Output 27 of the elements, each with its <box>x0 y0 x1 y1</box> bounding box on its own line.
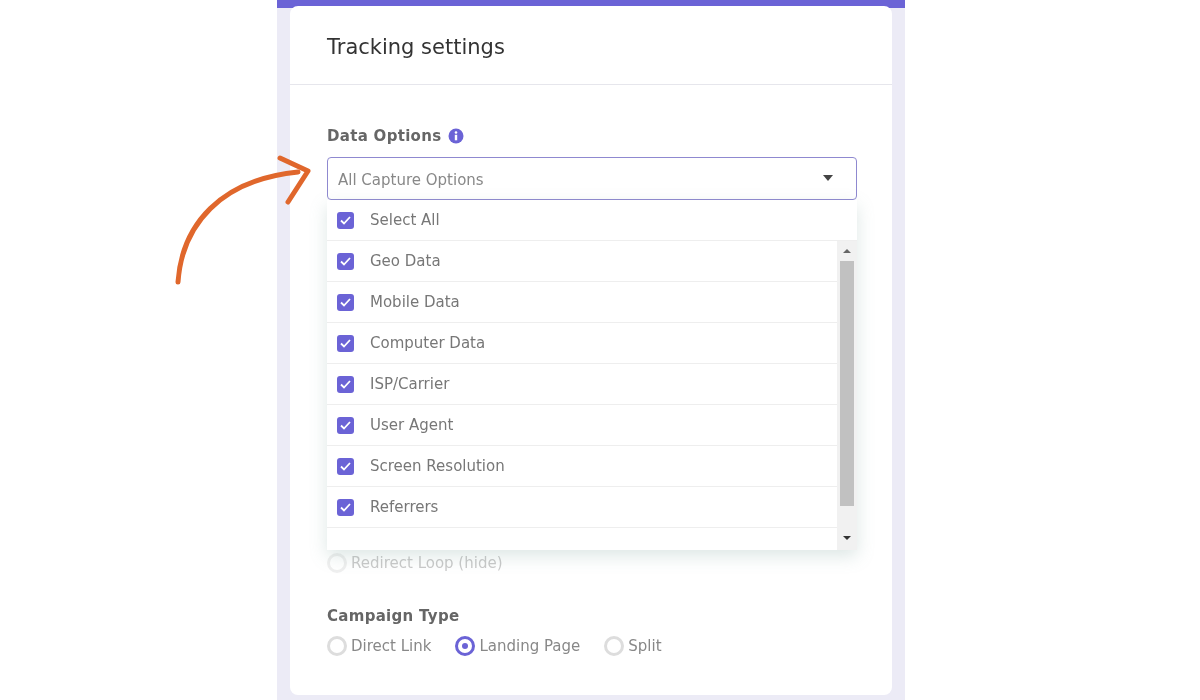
checkbox[interactable] <box>337 293 354 311</box>
option-label[interactable]: Select All <box>370 208 440 232</box>
caret-icon <box>823 175 833 181</box>
radio-label: Direct Link <box>351 636 432 657</box>
scrollbar[interactable] <box>837 241 857 550</box>
checkbox[interactable] <box>337 416 354 434</box>
checkbox[interactable] <box>337 457 354 475</box>
option-label[interactable]: Geo Data <box>370 249 441 273</box>
checkbox[interactable] <box>337 334 354 352</box>
checkbox[interactable] <box>337 375 354 393</box>
card-title: Tracking settings <box>327 35 505 59</box>
data-options-select[interactable]: All Capture Options <box>327 157 857 200</box>
radio-label: Split <box>628 636 662 657</box>
field-label: Campaign Type <box>327 605 461 627</box>
option-label[interactable]: Screen Resolution <box>370 454 505 478</box>
radio-label: Landing Page <box>479 636 581 657</box>
checkbox[interactable] <box>337 211 354 229</box>
checkbox[interactable] <box>337 252 354 270</box>
option-label[interactable]: Mobile Data <box>370 290 460 314</box>
field-label: Data Options <box>327 125 442 147</box>
checkbox[interactable] <box>337 498 354 516</box>
info-icon[interactable] <box>448 127 465 144</box>
option-label[interactable]: User Agent <box>370 413 454 437</box>
option-label[interactable]: ISP/Carrier <box>370 372 450 396</box>
option-label[interactable]: Computer Data <box>370 331 486 355</box>
option-label[interactable]: Referrers <box>370 495 439 519</box>
radio-button[interactable] <box>455 636 476 657</box>
